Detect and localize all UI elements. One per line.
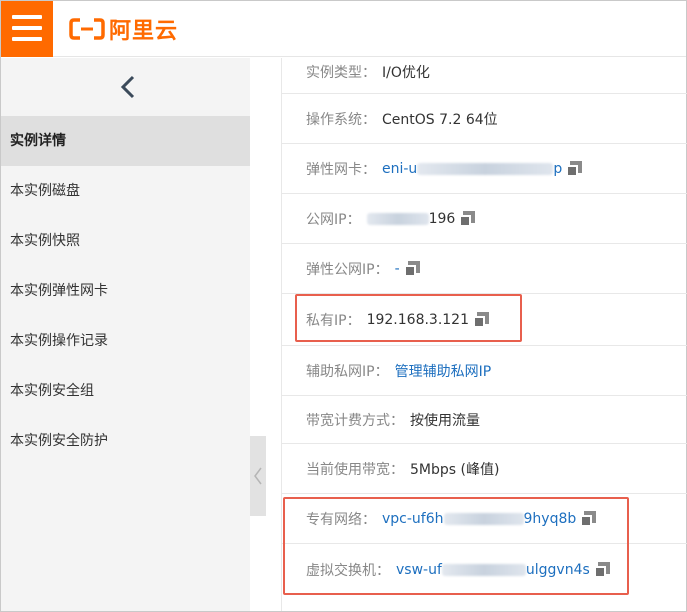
- redacted-text: [366, 212, 429, 225]
- detail-row-secondary-ip: 辅助私网IP： 管理辅助私网IP: [282, 346, 687, 396]
- instance-type-label: 实例类型：: [306, 64, 376, 81]
- eni-prefix: eni-u: [382, 160, 418, 177]
- bandwidth-label: 当前使用带宽：: [306, 461, 404, 478]
- sidebar-nav: 实例详情 本实例磁盘 本实例快照 本实例弹性网卡 本实例操作记录 本实例安全组 …: [1, 116, 250, 466]
- detail-row-instance-type: 实例类型： I/O优化: [282, 50, 687, 94]
- redacted-text: [417, 162, 554, 175]
- hamburger-menu-icon[interactable]: [1, 1, 53, 57]
- highlight-box-network: [283, 497, 629, 595]
- sidebar-item-security-groups[interactable]: 本实例安全组: [1, 366, 250, 416]
- copy-icon[interactable]: [459, 210, 476, 227]
- detail-row-os: 操作系统： CentOS 7.2 64位: [282, 94, 687, 144]
- public-ip-value: 196: [366, 210, 456, 227]
- sidebar-item-operation-logs[interactable]: 本实例操作记录: [1, 316, 250, 366]
- eni-label: 弹性网卡：: [306, 161, 376, 178]
- billing-value: 按使用流量: [410, 412, 480, 429]
- detail-row-billing: 带宽计费方式： 按使用流量: [282, 396, 687, 444]
- aliyun-logo[interactable]: 阿里云: [69, 13, 178, 45]
- copy-icon[interactable]: [566, 160, 583, 177]
- eip-value[interactable]: -: [395, 261, 400, 277]
- detail-row-bandwidth: 当前使用带宽： 5Mbps (峰值): [282, 444, 687, 494]
- collapse-chevron-icon: [254, 467, 262, 485]
- sidebar-collapse-handle[interactable]: [250, 436, 266, 516]
- aliyun-logo-mark-icon: [69, 18, 105, 40]
- chevron-left-icon[interactable]: [114, 72, 144, 102]
- detail-row-eni: 弹性网卡： eni-u p: [282, 144, 687, 194]
- os-value: CentOS 7.2 64位: [382, 111, 498, 128]
- eip-label: 弹性公网IP：: [306, 261, 389, 278]
- eni-suffix: p: [553, 160, 563, 177]
- top-bar: 阿里云: [1, 1, 686, 57]
- manage-secondary-ip-link[interactable]: 管理辅助私网IP: [395, 361, 492, 381]
- bandwidth-value: 5Mbps (峰值): [410, 461, 500, 478]
- detail-row-public-ip: 公网IP： 196: [282, 194, 687, 244]
- logo-text: 阿里云: [109, 19, 179, 44]
- os-label: 操作系统：: [306, 111, 376, 128]
- public-ip-label: 公网IP：: [306, 211, 361, 228]
- detail-row-eip: 弹性公网IP： -: [282, 244, 687, 294]
- secondary-ip-label: 辅助私网IP：: [306, 363, 389, 380]
- eni-link[interactable]: eni-u p: [382, 161, 562, 177]
- copy-icon[interactable]: [403, 260, 420, 277]
- sidebar: 实例详情 本实例磁盘 本实例快照 本实例弹性网卡 本实例操作记录 本实例安全组 …: [1, 58, 250, 611]
- sidebar-item-snapshots[interactable]: 本实例快照: [1, 216, 250, 266]
- sidebar-item-instance-details[interactable]: 实例详情: [1, 116, 250, 166]
- sidebar-item-security-protection[interactable]: 本实例安全防护: [1, 416, 250, 466]
- instance-type-value: I/O优化: [382, 64, 430, 81]
- sidebar-item-disks[interactable]: 本实例磁盘: [1, 166, 250, 216]
- billing-label: 带宽计费方式：: [306, 412, 404, 429]
- highlight-box-private-ip: [295, 294, 522, 342]
- sidebar-item-enis[interactable]: 本实例弹性网卡: [1, 266, 250, 316]
- public-ip-suffix: 196: [428, 210, 456, 227]
